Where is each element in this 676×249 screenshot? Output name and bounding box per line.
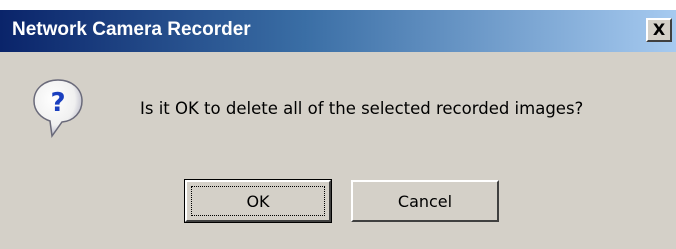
- ok-button[interactable]: OK: [184, 179, 332, 223]
- question-icon: ?: [33, 79, 83, 138]
- title-bar[interactable]: Network Camera Recorder X: [0, 10, 676, 52]
- focus-rect: [191, 186, 325, 216]
- background-strip: [0, 0, 676, 10]
- close-button[interactable]: X: [646, 18, 672, 42]
- close-icon: X: [652, 20, 666, 39]
- dialog-title: Network Camera Recorder: [12, 19, 251, 40]
- confirm-dialog: Network Camera Recorder X ? Is it OK to …: [0, 0, 676, 249]
- cancel-button-label: Cancel: [397, 191, 453, 211]
- cancel-button[interactable]: Cancel: [351, 180, 499, 222]
- dialog-message: Is it OK to delete all of the selected r…: [140, 99, 584, 118]
- svg-text:?: ?: [50, 88, 65, 118]
